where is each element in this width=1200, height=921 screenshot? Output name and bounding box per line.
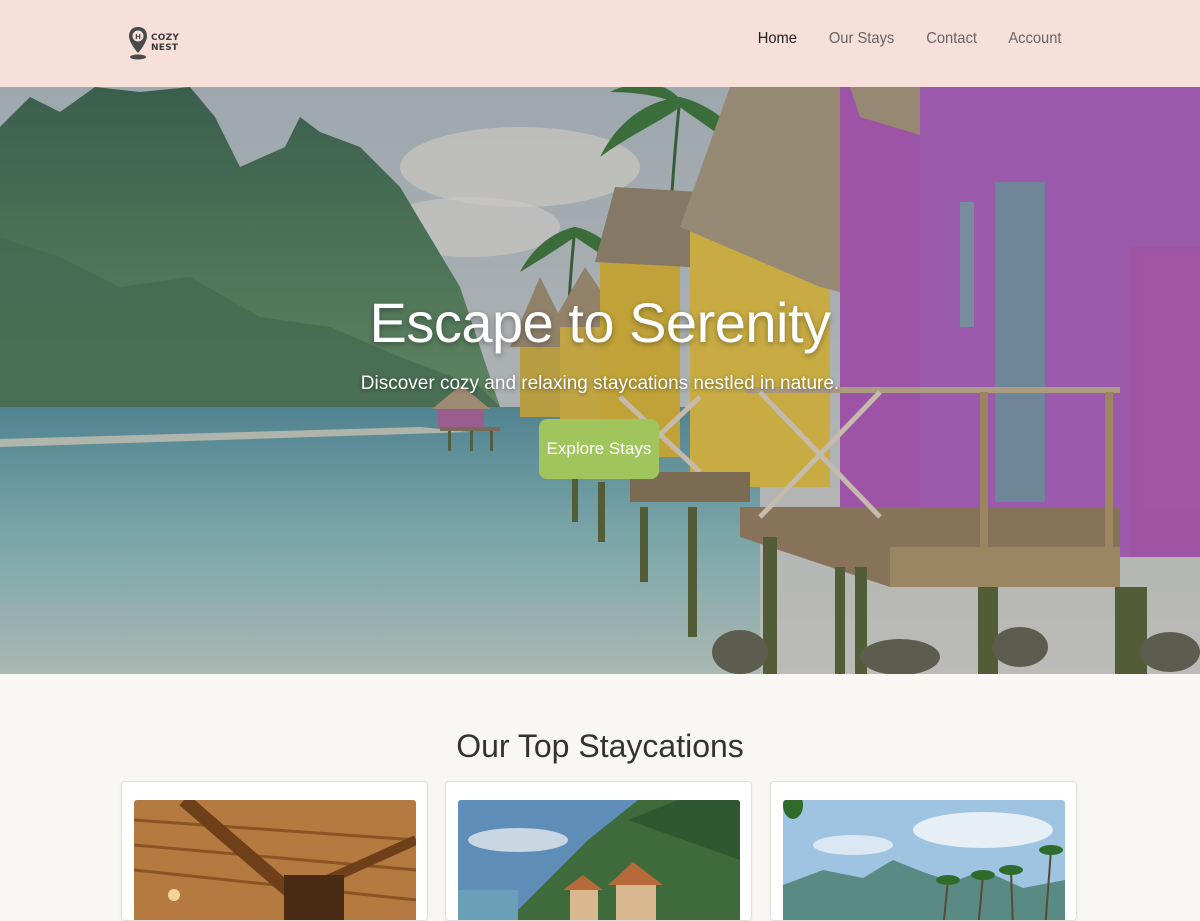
nav-account[interactable]: Account (1009, 30, 1062, 48)
main-nav: Home Our Stays Contact Account (756, 30, 1064, 48)
nav-contact[interactable]: Contact (926, 30, 977, 48)
hero-title: Escape to Serenity (369, 291, 831, 354)
site-header: H COZY NEST Home Our Stays Contact Accou… (0, 0, 1200, 87)
location-pin-icon: H (129, 27, 147, 60)
logo-text: COZY NEST (151, 33, 179, 53)
logo-text-line1: COZY (151, 33, 180, 43)
staycation-card[interactable] (770, 781, 1077, 921)
svg-text:H: H (135, 33, 141, 41)
staycation-card-image (134, 800, 416, 920)
section-title: Our Top Staycations (456, 728, 744, 764)
staycation-card[interactable] (445, 781, 752, 921)
hero-subtitle: Discover cozy and relaxing staycations n… (360, 373, 840, 394)
staycation-card-image (458, 800, 740, 920)
explore-stays-button[interactable]: Explore Stays (539, 419, 659, 479)
staycation-card-image (783, 800, 1065, 920)
cozy-nest-logo[interactable]: H COZY NEST (128, 24, 180, 62)
nav-our-stays[interactable]: Our Stays (829, 30, 894, 48)
staycation-card[interactable] (121, 781, 428, 921)
hero-section: Escape to Serenity Discover cozy and rel… (0, 87, 1200, 674)
logo-text-line2: NEST (151, 43, 179, 53)
nav-home[interactable]: Home (758, 30, 797, 48)
